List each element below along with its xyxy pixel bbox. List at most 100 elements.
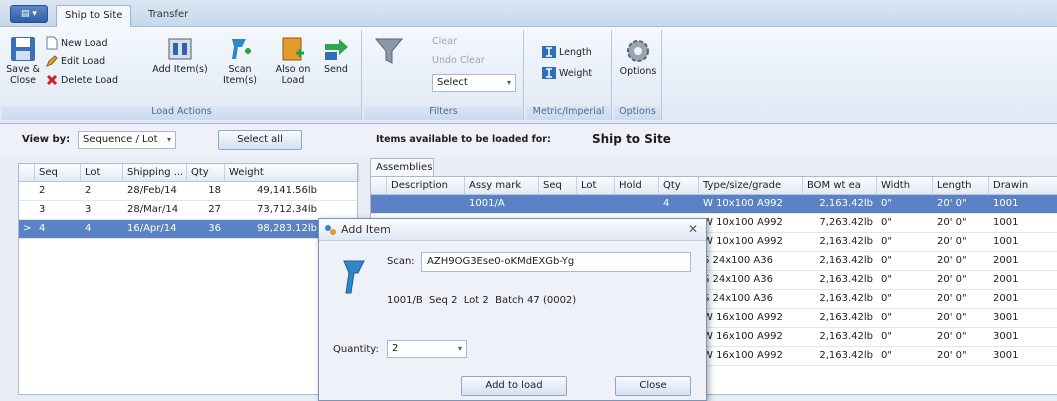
- app-menu-button[interactable]: ▤ ▾: [10, 5, 48, 23]
- table-cell: W 16x100 A992: [703, 350, 783, 361]
- column-header[interactable]: Qty: [659, 177, 699, 195]
- send-button[interactable]: Send: [318, 36, 354, 75]
- column-header-qty[interactable]: Qty: [187, 164, 225, 182]
- tab-assemblies[interactable]: Assemblies: [370, 158, 434, 176]
- column-header-lot[interactable]: Lot: [81, 164, 123, 182]
- column-header-seq[interactable]: Seq: [35, 164, 81, 182]
- unit-icon: [542, 46, 556, 58]
- table-cell: 3001: [993, 350, 1019, 361]
- edit-load-button[interactable]: Edit Load: [46, 55, 105, 67]
- table-cell: 0": [881, 331, 892, 342]
- tab-ship-to-site[interactable]: Ship to Site: [56, 5, 132, 27]
- row-indicator: [19, 201, 35, 220]
- table-cell: 0": [881, 236, 892, 247]
- quantity-select[interactable]: 2 ▾: [387, 340, 467, 358]
- sequence-lot-grid: Seq Lot Shipping ... Qty Weight 2 2 28/Feb…: [18, 163, 359, 395]
- table-cell: 20' 0": [937, 293, 967, 304]
- column-header-weight[interactable]: Weight: [225, 164, 359, 182]
- column-header-shipping[interactable]: Shipping ...: [123, 164, 187, 182]
- table-row[interactable]: 1001/A 4 W 10x100 A992 2,163.42lb 0" 20' 0" 10…: [371, 195, 1057, 214]
- table-cell: 3: [85, 204, 92, 215]
- add-items-button[interactable]: Add Item(s): [152, 36, 208, 75]
- dialog-close-button[interactable]: Close: [615, 376, 691, 396]
- add-to-load-button[interactable]: Add to load: [461, 376, 567, 396]
- delete-load-button[interactable]: Delete Load: [46, 74, 118, 86]
- table-row[interactable]: 3 3 28/Mar/14 27 73,712.34lb: [19, 201, 357, 220]
- also-on-load-label-2: Load: [281, 75, 305, 86]
- also-on-load-button[interactable]: Also on Load: [272, 36, 314, 86]
- table-cell: 2,163.42lb: [819, 312, 873, 323]
- tab-transfer[interactable]: Transfer: [140, 5, 196, 27]
- table-cell: 4: [39, 223, 46, 234]
- table-row[interactable]: >4 4 16/Apr/14 36 98,283.12lb: [19, 220, 357, 239]
- table-cell: W 10x100 A992: [703, 236, 783, 247]
- column-header[interactable]: Description: [387, 177, 465, 195]
- column-header[interactable]: Length: [933, 177, 989, 195]
- length-toggle[interactable]: Length: [542, 46, 592, 58]
- column-header[interactable]: Drawin: [989, 177, 1057, 195]
- table-cell: 20' 0": [937, 274, 967, 285]
- close-icon[interactable]: ✕: [688, 222, 698, 236]
- table-cell: 20' 0": [937, 312, 967, 323]
- select-all-button[interactable]: Select all: [218, 130, 302, 150]
- table-cell: S 24x100 A36: [703, 274, 773, 285]
- weight-toggle[interactable]: Weight: [542, 67, 592, 79]
- column-header[interactable]: Width: [877, 177, 933, 195]
- send-label: Send: [324, 64, 348, 75]
- filter-select-value: Select: [437, 77, 468, 88]
- table-cell: S 24x100 A36: [703, 293, 773, 304]
- row-indicator-header: [19, 164, 35, 182]
- clear-filter-button[interactable]: Clear: [432, 36, 457, 47]
- scan-items-label: Scan Item(s): [223, 64, 257, 86]
- options-label: Options: [619, 66, 657, 77]
- table-cell: 0": [881, 255, 892, 266]
- column-header[interactable]: BOM wt ea: [803, 177, 877, 195]
- quantity-value: 2: [392, 343, 399, 354]
- new-load-label: New Load: [61, 37, 108, 49]
- table-cell: 28/Mar/14: [127, 204, 179, 215]
- scanned-item-info: 1001/B Seq 2 Lot 2 Batch 47 (0002): [387, 295, 577, 306]
- view-by-select[interactable]: Sequence / Lot ▾: [78, 131, 176, 149]
- column-header[interactable]: Lot: [577, 177, 615, 195]
- undo-clear-button[interactable]: Undo Clear: [432, 55, 485, 66]
- table-cell: 0": [881, 198, 892, 209]
- column-header[interactable]: Assy mark: [465, 177, 539, 195]
- add-item-icon: [325, 225, 336, 235]
- table-cell: 18: [208, 185, 221, 196]
- table-cell: 1001: [993, 217, 1019, 228]
- quantity-label: Quantity:: [333, 344, 379, 355]
- scan-input[interactable]: AZH9OG3Ese0-oKMdEXGb-Yg: [421, 252, 691, 272]
- table-cell: 2,163.42lb: [819, 255, 873, 266]
- table-row[interactable]: 2 2 28/Feb/14 18 49,141.56lb: [19, 182, 357, 201]
- scan-items-button[interactable]: Scan Item(s): [210, 36, 270, 86]
- save-close-button[interactable]: Save & Close: [6, 36, 40, 86]
- new-document-icon: [46, 36, 58, 50]
- table-cell: 2,163.42lb: [819, 198, 873, 209]
- table-cell: 36: [208, 223, 221, 234]
- filter-select[interactable]: Select ▾: [432, 74, 516, 92]
- also-on-load-icon: [282, 37, 304, 61]
- group-load-actions: Save & Close New Load Edit Load Delete L…: [2, 30, 362, 120]
- column-header[interactable]: Seq: [539, 177, 577, 195]
- grid-header: Seq Lot Shipping ... Qty Weight: [19, 164, 359, 182]
- table-cell: 2,163.42lb: [819, 236, 873, 247]
- new-load-button[interactable]: New Load: [46, 36, 108, 50]
- table-cell: 2,163.42lb: [819, 350, 873, 361]
- table-cell: W 10x100 A992: [703, 217, 783, 228]
- dialog-title-bar: Add Item ✕: [319, 219, 706, 241]
- pencil-icon: [46, 55, 58, 67]
- add-items-label: Add Item(s): [152, 64, 208, 75]
- row-indicator: >: [23, 223, 32, 234]
- table-cell: 2001: [993, 255, 1019, 266]
- items-available-label: Items available to be loaded for:: [376, 134, 551, 145]
- column-header[interactable]: Type/size/grade: [699, 177, 803, 195]
- column-header[interactable]: Hold: [615, 177, 659, 195]
- options-button[interactable]: Options: [617, 38, 659, 77]
- table-cell: 2: [85, 185, 92, 196]
- table-cell: S 24x100 A36: [703, 255, 773, 266]
- table-cell: 28/Feb/14: [127, 185, 177, 196]
- send-arrow-icon: [325, 39, 348, 60]
- table-cell: 2001: [993, 293, 1019, 304]
- view-by-label: View by:: [22, 134, 71, 145]
- weight-label: Weight: [559, 67, 593, 79]
